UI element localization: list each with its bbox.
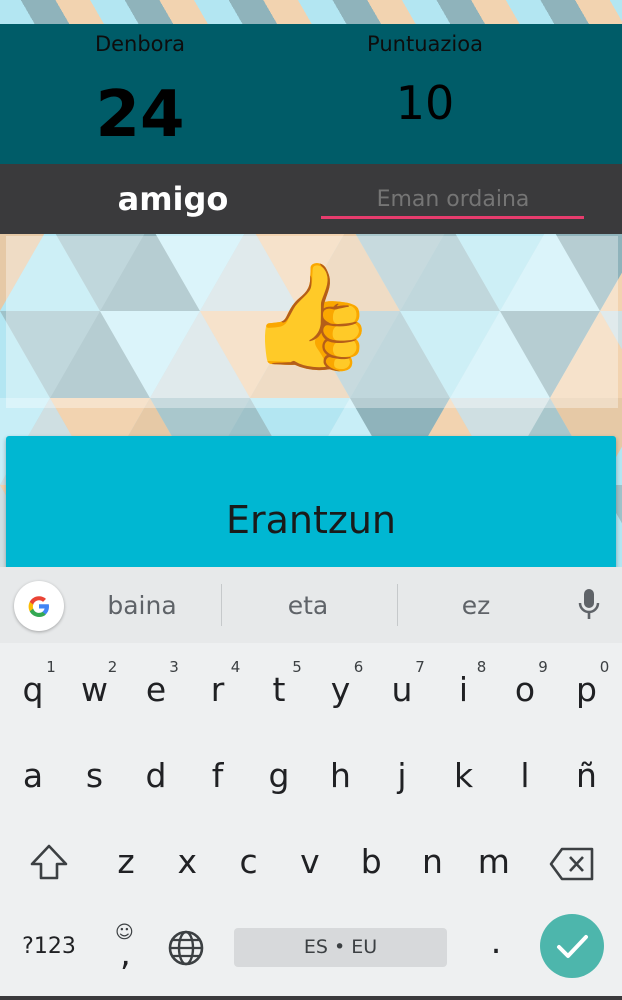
checkmark-icon: [557, 935, 588, 958]
key-hint: 9: [538, 658, 548, 676]
prompt-word: amigo: [117, 180, 229, 218]
key-hint: 2: [107, 658, 118, 676]
key-g[interactable]: g: [251, 756, 307, 795]
suggestion-bar: baina eta ez: [0, 567, 622, 643]
time-value: 24: [95, 78, 185, 152]
suggestion-2[interactable]: eta: [248, 591, 368, 620]
key-hint: 1: [46, 658, 56, 676]
bottom-edge: [0, 996, 622, 1000]
key-c[interactable]: c: [221, 842, 277, 881]
period-key[interactable]: .: [478, 922, 514, 962]
key-hint: 0: [599, 658, 610, 676]
key-hint: 7: [415, 658, 425, 676]
score-panel: Denbora 24 Puntuazioa 10: [0, 24, 622, 164]
score-value: 10: [395, 76, 455, 130]
key-x[interactable]: x: [159, 842, 215, 881]
google-logo-icon[interactable]: [14, 581, 64, 631]
key-b[interactable]: b: [343, 842, 399, 881]
shift-key-icon[interactable]: [26, 842, 72, 884]
enter-key[interactable]: [540, 914, 604, 978]
key-n[interactable]: n: [405, 842, 461, 881]
suggestion-divider: [221, 584, 222, 626]
backspace-key-icon[interactable]: [548, 846, 596, 882]
key-l[interactable]: l: [497, 756, 553, 795]
answer-button[interactable]: Erantzun: [6, 436, 616, 571]
key-z[interactable]: z: [98, 842, 154, 881]
background-pattern-top: [0, 0, 622, 24]
key-j[interactable]: j: [374, 756, 430, 795]
globe-icon[interactable]: [166, 928, 206, 968]
emoji-comma-key[interactable]: ☺ ,: [108, 922, 144, 974]
thumbs-up-icon: 👍: [247, 255, 377, 377]
space-key[interactable]: ES • EU: [234, 928, 447, 967]
suggestion-3[interactable]: ez: [416, 591, 536, 620]
microphone-icon[interactable]: [574, 587, 604, 623]
key-ñ[interactable]: ñ: [559, 756, 615, 795]
key-hint: 8: [476, 658, 487, 676]
key-s[interactable]: s: [67, 756, 123, 795]
symbols-key[interactable]: ?123: [10, 934, 88, 959]
key-hint: 5: [292, 658, 302, 676]
key-d[interactable]: d: [128, 756, 184, 795]
feedback-panel: 👍: [6, 236, 618, 408]
score-label: Puntuazioa: [367, 32, 483, 56]
answer-input[interactable]: [322, 184, 584, 214]
key-a[interactable]: a: [5, 756, 61, 795]
key-m[interactable]: m: [466, 842, 522, 881]
time-label: Denbora: [94, 32, 186, 56]
key-h[interactable]: h: [313, 756, 369, 795]
comma-label: ,: [120, 934, 131, 974]
key-k[interactable]: k: [436, 756, 492, 795]
answer-input-underline: [321, 216, 584, 219]
word-bar: amigo: [0, 164, 622, 234]
key-hint: 6: [353, 658, 364, 676]
suggestion-divider: [397, 584, 398, 626]
key-hint: 3: [169, 658, 179, 676]
suggestion-1[interactable]: baina: [82, 591, 202, 620]
key-f[interactable]: f: [190, 756, 246, 795]
key-hint: 4: [230, 658, 241, 676]
key-v[interactable]: v: [282, 842, 338, 881]
